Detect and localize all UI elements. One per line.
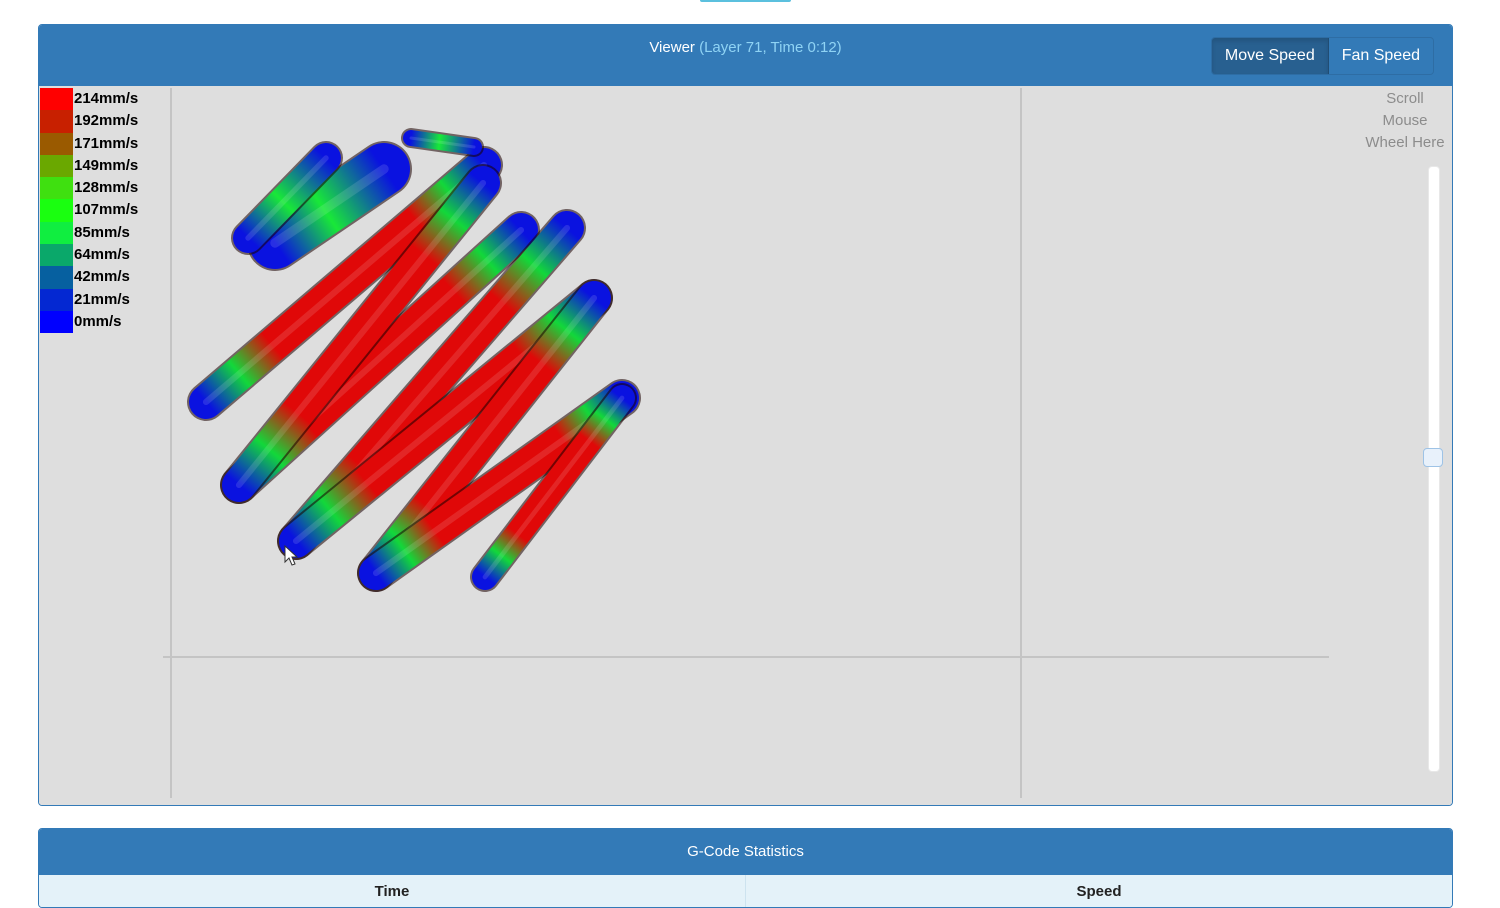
fan-speed-button[interactable]: Fan Speed	[1328, 38, 1433, 74]
legend-row: 0mm/s	[40, 310, 160, 334]
gcode-statistics-panel: G-Code Statistics Time Speed	[38, 828, 1453, 908]
legend-swatch	[40, 266, 73, 289]
move-speed-button[interactable]: Move Speed	[1211, 38, 1329, 74]
legend-row: 42mm/s	[40, 266, 160, 289]
gcode-viewer-canvas-area[interactable]: 214mm/s 192mm/s 171mm/s 149mm/s 128mm/s 107mm…	[39, 86, 1452, 805]
legend-label: 107mm/s	[74, 201, 139, 219]
stats-header-row: Time Speed	[39, 875, 1452, 907]
scroll-hint-line: Wheel Here	[1365, 134, 1445, 151]
legend-label: 214mm/s	[74, 90, 139, 107]
legend-swatch	[40, 221, 73, 245]
scroll-hint-line: Scroll	[1386, 90, 1424, 107]
legend-swatch	[40, 288, 73, 311]
legend-row: 192mm/s	[40, 110, 160, 133]
legend-row: 85mm/s	[40, 221, 160, 245]
legend-label: 149mm/s	[74, 156, 139, 174]
legend-swatch	[40, 88, 73, 111]
speed-legend: 214mm/s 192mm/s 171mm/s 149mm/s 128mm/s 107mm…	[40, 88, 160, 334]
legend-label: 171mm/s	[74, 134, 139, 152]
legend-label: 42mm/s	[74, 268, 130, 286]
scroll-hint-line: Mouse	[1382, 112, 1428, 129]
stats-title: G-Code Statistics	[39, 829, 1452, 875]
legend-swatch	[40, 244, 73, 267]
legend-swatch	[40, 310, 73, 334]
legend-row: 214mm/s	[40, 88, 160, 111]
legend-label: 21mm/s	[74, 290, 130, 308]
viewer-title-text: Viewer	[649, 39, 695, 56]
legend-swatch	[40, 110, 73, 133]
scroll-hint: Scroll Mouse Wheel Here	[1360, 88, 1450, 154]
viewer-panel: Viewer (Layer 71, Time 0:12) Move Speed …	[38, 24, 1453, 806]
legend-label: 0mm/s	[74, 312, 122, 330]
viewer-heading: Viewer (Layer 71, Time 0:12) Move Speed …	[39, 25, 1452, 86]
legend-label: 64mm/s	[74, 246, 130, 264]
legend-label: 192mm/s	[74, 112, 139, 130]
legend-swatch	[40, 177, 73, 200]
viewer-layer-time: (Layer 71, Time 0:12)	[699, 39, 842, 56]
legend-row: 128mm/s	[40, 177, 160, 200]
legend-label: 85mm/s	[74, 223, 130, 241]
legend-label: 128mm/s	[74, 179, 139, 197]
stats-col-speed: Speed	[745, 875, 1452, 907]
speed-mode-toggle: Move Speed Fan Speed	[1210, 37, 1434, 75]
layer-slider-handle[interactable]	[1423, 447, 1443, 467]
stats-col-time: Time	[374, 883, 410, 900]
legend-swatch	[40, 199, 73, 222]
top-tab-indicator	[700, 0, 791, 2]
legend-swatch	[40, 132, 73, 155]
legend-swatch	[40, 154, 73, 178]
gcode-render[interactable]	[39, 86, 1452, 805]
legend-row: 21mm/s	[40, 288, 160, 311]
legend-row: 64mm/s	[40, 244, 160, 267]
legend-row: 107mm/s	[40, 199, 160, 222]
legend-row: 149mm/s	[40, 154, 160, 178]
toolpath-group	[187, 128, 641, 592]
layer-slider-track[interactable]	[1428, 166, 1440, 772]
legend-row: 171mm/s	[40, 132, 160, 155]
